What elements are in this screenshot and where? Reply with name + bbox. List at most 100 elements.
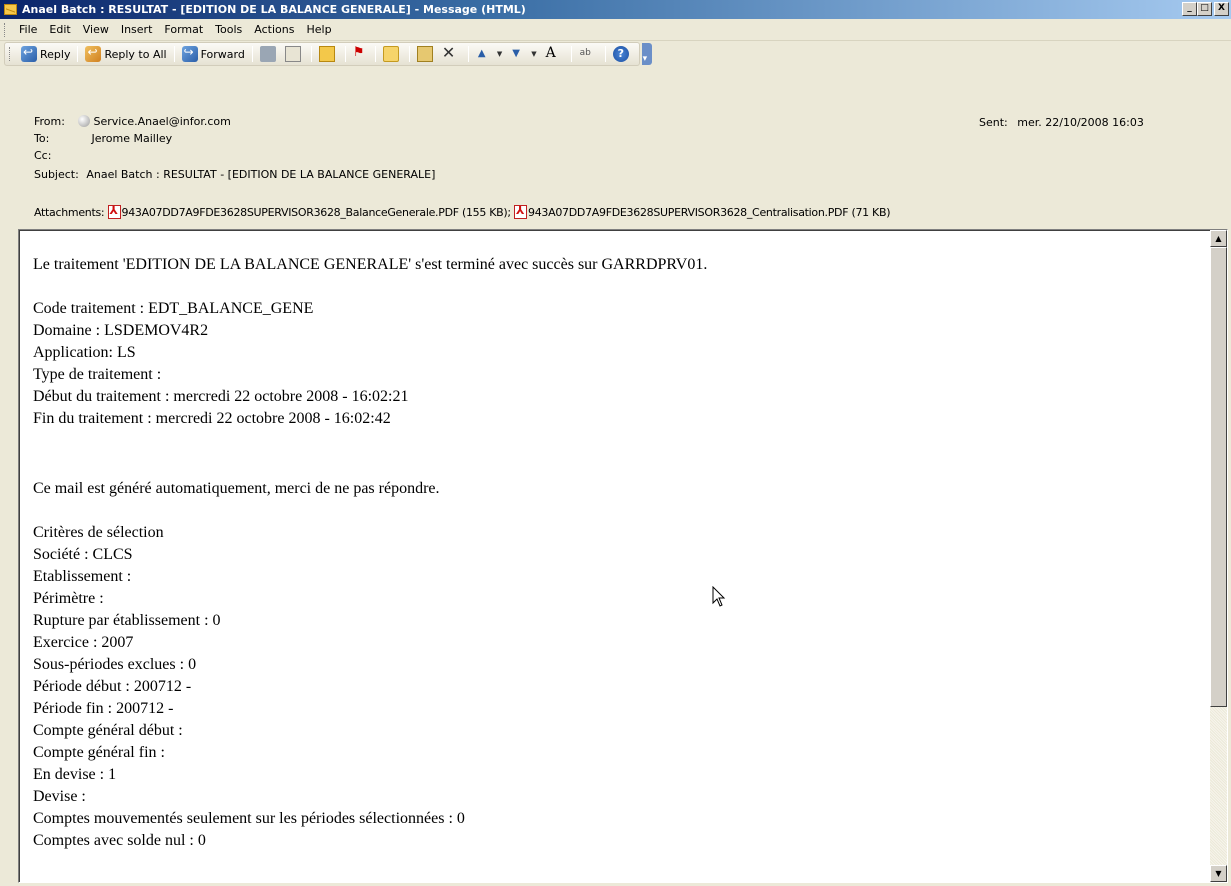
reply-all-icon	[85, 45, 102, 62]
auto-notice: Ce mail est généré automatiquement, merc…	[33, 480, 440, 497]
standard-toolbar: Reply Reply to All Forward ▼ ▼	[0, 41, 1231, 67]
reply-all-button[interactable]: Reply to All	[82, 44, 169, 64]
follow-up-button[interactable]	[350, 44, 371, 64]
from-value[interactable]: Service.Anael@infor.com	[94, 115, 231, 128]
criteria-line: Compte général début :	[33, 722, 183, 739]
separator	[374, 46, 376, 62]
toolbar-strip: Reply Reply to All Forward ▼ ▼	[4, 42, 640, 66]
envelope-icon	[4, 4, 17, 15]
message-body-pane[interactable]: Le traitement 'EDITION DE LA BALANCE GEN…	[18, 229, 1228, 883]
criteria-line: Période fin : 200712 -	[33, 700, 174, 717]
message-body: Le traitement 'EDITION DE LA BALANCE GEN…	[33, 254, 1183, 852]
close-button[interactable]: X	[1214, 2, 1229, 16]
window-controls: _ □ X	[1182, 2, 1229, 16]
minimize-button[interactable]: _	[1182, 2, 1197, 16]
menu-help[interactable]: Help	[300, 21, 337, 38]
delete-icon	[442, 43, 458, 62]
menu-file[interactable]: File	[13, 21, 43, 38]
folder-icon	[382, 46, 399, 62]
print-button[interactable]	[257, 44, 282, 64]
attachment-size: (71 KB)	[851, 206, 891, 219]
menu-bar: File Edit View Insert Format Tools Actio…	[0, 19, 1231, 41]
copy-icon	[284, 46, 301, 62]
criteria-line: Exercice : 2007	[33, 634, 134, 651]
criteria-line: Comptes avec solde nul : 0	[33, 832, 206, 849]
help-button[interactable]	[610, 44, 635, 64]
criteria-line: Devise :	[33, 788, 86, 805]
criteria-line: Comptes mouvementés seulement sur les pé…	[33, 810, 465, 827]
attachment-separator: ;	[507, 206, 511, 219]
menu-insert[interactable]: Insert	[115, 21, 159, 38]
separator	[570, 46, 572, 62]
cc-label: Cc:	[34, 149, 52, 162]
open-folder-button[interactable]	[380, 44, 405, 64]
criteria-line: Période début : 200712 -	[33, 678, 192, 695]
encoding-button[interactable]	[576, 44, 601, 64]
reply-all-label: Reply to All	[104, 47, 167, 61]
scroll-thumb[interactable]	[1210, 247, 1227, 707]
menu-actions[interactable]: Actions	[248, 21, 300, 38]
toolbar-grip[interactable]	[9, 47, 12, 61]
next-item-button[interactable]: ▼	[507, 44, 541, 64]
delete-button[interactable]	[439, 43, 464, 64]
to-label: To:	[34, 132, 50, 145]
font-size-button[interactable]	[542, 44, 567, 64]
sent-row: Sent: mer. 22/10/2008 16:03	[979, 116, 1144, 129]
separator	[344, 46, 346, 62]
pdf-icon	[107, 204, 121, 219]
reply-icon	[21, 45, 37, 62]
maximize-button[interactable]: □	[1197, 2, 1212, 16]
attachment-name: 943A07DD7A9FDE3628SUPERVISOR3628_Balance…	[121, 206, 460, 219]
window-title: Anael Batch : RESULTAT - [EDITION DE LA …	[22, 3, 526, 16]
menu-view[interactable]: View	[77, 21, 115, 38]
details-block: Code traitement : EDT_BALANCE_GENE Domai…	[33, 298, 1183, 430]
criteria-line: Compte général fin :	[33, 744, 165, 761]
from-label: From:	[34, 115, 65, 128]
cc-row: Cc:	[34, 149, 74, 162]
forward-button[interactable]: Forward	[179, 44, 248, 64]
move-to-folder-button[interactable]	[414, 44, 439, 64]
criteria-line: Sous-périodes exclues : 0	[33, 656, 197, 673]
from-row: From: Service.Anael@infor.com	[34, 115, 231, 128]
detail-line: Début du traitement : mercredi 22 octobr…	[33, 388, 409, 405]
vertical-scrollbar[interactable]: ▲ ▼	[1210, 230, 1227, 882]
attachment-item[interactable]: 943A07DD7A9FDE3628SUPERVISOR3628_Balance…	[107, 204, 511, 219]
copy-button[interactable]	[282, 44, 307, 64]
detail-line: Application: LS	[33, 344, 136, 361]
mail-options-button[interactable]	[316, 44, 341, 64]
dropdown-arrow-icon[interactable]: ▼	[497, 50, 502, 58]
separator	[604, 46, 606, 62]
dropdown-arrow-icon[interactable]: ▼	[531, 50, 536, 58]
criteria-line: En devise : 1	[33, 766, 117, 783]
menu-edit[interactable]: Edit	[43, 21, 76, 38]
menu-tools[interactable]: Tools	[209, 21, 248, 38]
subject-value: Anael Batch : RESULTAT - [EDITION DE LA …	[86, 168, 436, 181]
menu-format[interactable]: Format	[158, 21, 209, 38]
sent-label: Sent:	[979, 116, 1008, 129]
criteria-block: Critères de sélection Société : CLCS Eta…	[33, 522, 1183, 852]
scroll-down-button[interactable]: ▼	[1210, 865, 1227, 882]
message-header: From: Service.Anael@infor.com Sent: mer.…	[0, 67, 1231, 227]
previous-item-button[interactable]: ▼	[473, 44, 507, 64]
envelope-icon	[318, 46, 335, 62]
detail-line: Code traitement : EDT_BALANCE_GENE	[33, 300, 314, 317]
detail-line: Fin du traitement : mercredi 22 octobre …	[33, 410, 391, 427]
to-row: To: Jerome Mailley	[34, 132, 172, 145]
toolbar-grip[interactable]	[4, 22, 7, 37]
toolbar-options-chevron[interactable]	[641, 43, 652, 65]
down-arrow-icon	[510, 46, 526, 62]
up-arrow-icon	[476, 46, 492, 62]
flag-icon	[353, 45, 365, 62]
pdf-icon	[514, 204, 528, 219]
reply-label: Reply	[40, 47, 71, 61]
separator	[467, 46, 469, 62]
reply-button[interactable]: Reply	[18, 44, 73, 64]
mouse-cursor-icon	[712, 586, 726, 607]
criteria-line: Périmètre :	[33, 590, 104, 607]
attachment-name: 943A07DD7A9FDE3628SUPERVISOR3628_Central…	[528, 206, 849, 219]
attachments-row: Attachments: 943A07DD7A9FDE3628SUPERVISO…	[34, 204, 891, 219]
attachment-item[interactable]: 943A07DD7A9FDE3628SUPERVISOR3628_Central…	[514, 204, 891, 219]
scroll-up-button[interactable]: ▲	[1210, 230, 1227, 247]
to-value[interactable]: Jerome Mailley	[92, 132, 173, 145]
subject-label: Subject:	[34, 168, 79, 181]
